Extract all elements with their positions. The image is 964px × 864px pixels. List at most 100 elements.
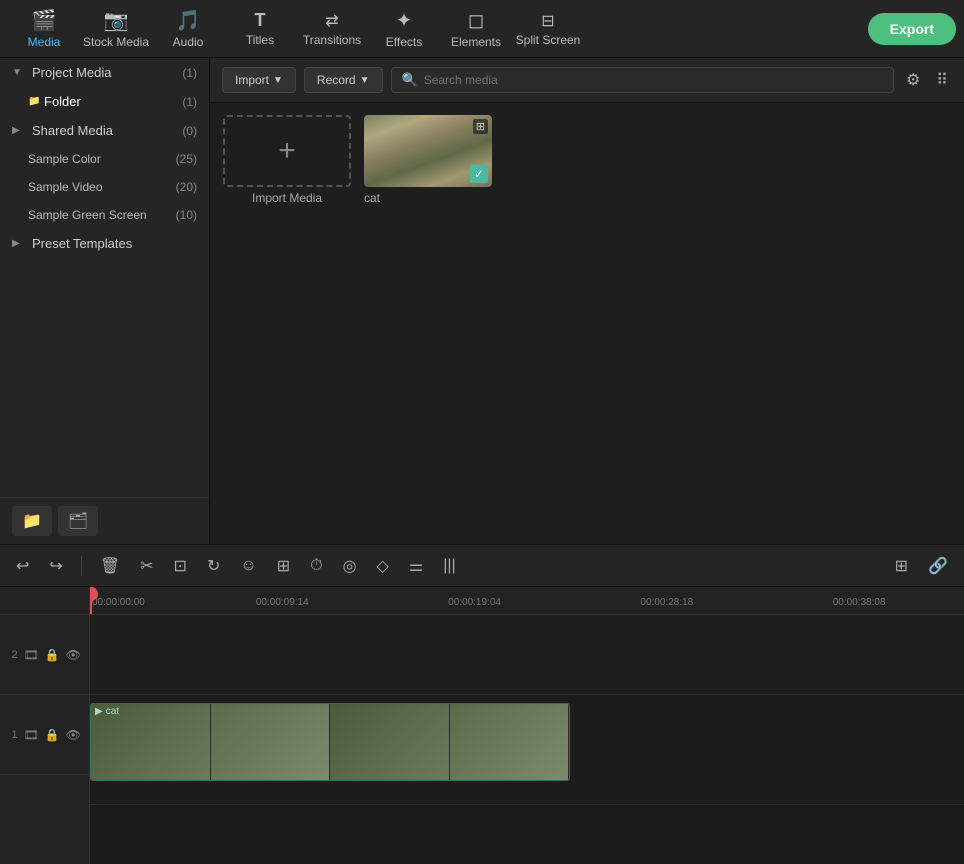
nav-item-split-screen[interactable]: ⊟ Split Screen [512, 2, 584, 56]
import-plus-icon: + [278, 134, 296, 168]
sidebar-item-shared-media[interactable]: ▶ Shared Media (0) [0, 116, 209, 145]
record-button[interactable]: Record ▼ [304, 67, 383, 93]
ts-2: 00:00:19:04 [448, 597, 501, 608]
track-1-film-icon: 🎞 [24, 728, 39, 742]
top-nav: 🎬 Media 📷 Stock Media 🎵 Audio T Titles ⇄… [0, 0, 964, 58]
crop-button[interactable]: ⊡ [168, 552, 193, 580]
timeline-ruler: 00:00:00:00 00:00:09:14 00:00:19:04 00:0… [90, 587, 964, 615]
nav-item-audio[interactable]: 🎵 Audio [152, 2, 224, 56]
nav-item-stock-media[interactable]: 📷 Stock Media [80, 2, 152, 56]
track-label-1: 1 🎞 🔒 👁 [0, 695, 89, 775]
video-clip-cat[interactable]: ▶ cat [90, 703, 570, 781]
undo-button[interactable]: ↩ [10, 552, 35, 580]
nav-item-effects[interactable]: ✦ Effects [368, 2, 440, 56]
track-row-2[interactable] [90, 615, 964, 695]
nav-effects-label: Effects [386, 35, 422, 49]
clip-frame-4 [450, 704, 570, 780]
nav-audio-label: Audio [173, 35, 204, 49]
speed-button[interactable]: ⏱ [304, 553, 328, 579]
project-media-label: Project Media [32, 65, 182, 80]
cat-media-card[interactable]: ⊞ ✓ cat [364, 115, 494, 205]
track-1-number: 1 [11, 729, 17, 741]
sidebar-item-folder[interactable]: 📁 Folder (1) [0, 87, 209, 116]
shared-media-count: (0) [182, 124, 197, 138]
expand-icon: ▼ [12, 67, 28, 78]
shared-media-expand-icon: ▶ [12, 125, 28, 136]
motion-button[interactable]: ↻ [201, 552, 226, 580]
nav-item-media[interactable]: 🎬 Media [8, 2, 80, 56]
export-button[interactable]: Export [868, 13, 956, 45]
clip-frame-2 [211, 704, 331, 780]
color-button[interactable]: ☺ [234, 553, 262, 579]
nav-item-titles[interactable]: T Titles [224, 2, 296, 56]
import-media-card[interactable]: + Import Media [222, 115, 352, 205]
film-strip-icon: ⊞ [473, 119, 488, 134]
search-input[interactable] [424, 73, 883, 87]
clip-frame-3 [330, 704, 450, 780]
tl-separator-1 [81, 556, 82, 576]
elements-icon: ◻ [468, 8, 485, 33]
nav-item-transitions[interactable]: ⇄ Transitions [296, 2, 368, 56]
track-2-number: 2 [11, 649, 17, 661]
track-1-lock-icon[interactable]: 🔒 [45, 728, 60, 742]
folder-label: Folder [44, 94, 182, 109]
track-1-eye-icon[interactable]: 👁 [66, 728, 81, 742]
sidebar-item-sample-green-screen[interactable]: Sample Green Screen (10) [0, 201, 209, 229]
play-icon: ▶ [95, 706, 103, 717]
playhead[interactable] [90, 587, 92, 615]
track-2-lock-icon[interactable]: 🔒 [45, 648, 60, 662]
import-label: Import [235, 73, 269, 87]
nav-titles-label: Titles [246, 33, 274, 47]
stock-media-icon: 📷 [104, 8, 129, 33]
folder-count: (1) [182, 95, 197, 109]
timeline-toolbar: ↩ ↪ 🗑 ✂ ⊡ ↻ ☺ ⊞ ⏱ ◎ ◇ ⚌ ||| ⊞ 🔗 [0, 545, 964, 587]
nav-item-elements[interactable]: ◻ Elements [440, 2, 512, 56]
sample-color-count: (25) [176, 152, 197, 166]
delete-button[interactable]: 🗑 [94, 552, 126, 580]
folder-icon: 📁 [28, 96, 44, 107]
ts-1: 00:00:09:14 [256, 597, 309, 608]
track-row-1[interactable]: ▶ cat [90, 695, 964, 805]
media-grid: + Import Media ⊞ ✓ cat [210, 103, 964, 544]
nav-transitions-label: Transitions [303, 33, 361, 47]
audio-button[interactable]: ⚌ [403, 552, 429, 580]
content-area: Import ▼ Record ▼ 🔍 ⚙ ⠿ + Import Media [210, 58, 964, 544]
transitions-icon: ⇄ [325, 11, 338, 31]
search-box: 🔍 [391, 67, 894, 93]
magnetic-timeline-button[interactable]: ⊞ [889, 552, 914, 580]
import-button[interactable]: Import ▼ [222, 67, 296, 93]
grid-view-button[interactable]: ⠿ [932, 66, 952, 94]
effects-icon: ✦ [396, 8, 413, 33]
thumb-check: ✓ [470, 165, 488, 183]
sidebar-item-sample-video[interactable]: Sample Video (20) [0, 173, 209, 201]
nav-media-label: Media [28, 35, 61, 49]
sidebar-item-project-media[interactable]: ▼ Project Media (1) [0, 58, 209, 87]
ts-3: 00:00:28:18 [640, 597, 693, 608]
redo-button[interactable]: ↪ [43, 552, 68, 580]
sidebar-item-preset-templates[interactable]: ▶ Preset Templates [0, 229, 209, 258]
transform-button[interactable]: ⊞ [271, 552, 296, 580]
audio-eq-button[interactable]: ||| [437, 553, 461, 579]
titles-icon: T [255, 10, 266, 31]
track-2-eye-icon[interactable]: 👁 [66, 648, 81, 662]
sample-color-label: Sample Color [28, 152, 176, 166]
import-media-label: Import Media [252, 191, 322, 205]
timeline-track-labels: 2 🎞 🔒 👁 1 🎞 🔒 👁 [0, 587, 90, 864]
track-label-ruler-spacer [0, 587, 89, 615]
clip-label: ▶ cat [95, 706, 119, 717]
sidebar-item-sample-color[interactable]: Sample Color (25) [0, 145, 209, 173]
link-button[interactable]: 🔗 [922, 552, 954, 580]
track-2-film-icon: 🎞 [24, 648, 39, 662]
preset-templates-expand-icon: ▶ [12, 238, 28, 249]
cut-button[interactable]: ✂ [134, 552, 159, 580]
timeline-area: ↩ ↪ 🗑 ✂ ⊡ ↻ ☺ ⊞ ⏱ ◎ ◇ ⚌ ||| ⊞ 🔗 2 🎞 🔒 👁 … [0, 544, 964, 864]
project-media-count: (1) [182, 66, 197, 80]
stabilize-button[interactable]: ◎ [337, 552, 363, 580]
sample-green-screen-count: (10) [176, 208, 197, 222]
new-folder-alt-button[interactable]: 🗂 [58, 506, 98, 536]
new-folder-button[interactable]: 📁 [12, 506, 52, 536]
mask-button[interactable]: ◇ [371, 552, 395, 580]
timeline-tracks: ▶ cat [90, 615, 964, 864]
shared-media-label: Shared Media [32, 123, 182, 138]
filter-button[interactable]: ⚙ [902, 66, 924, 94]
